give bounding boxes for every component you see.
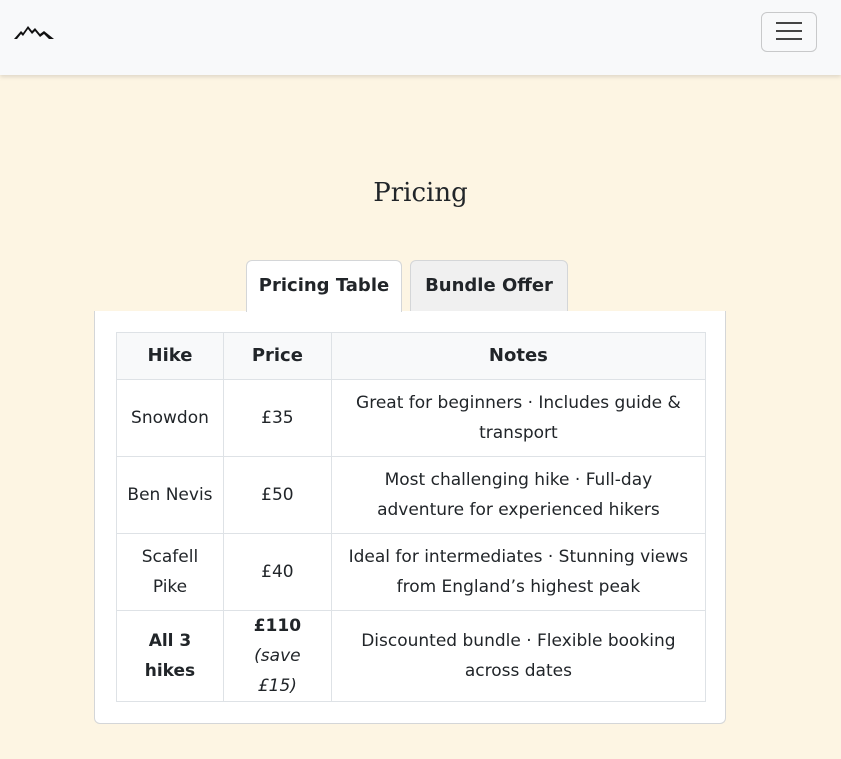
menu-toggle-button[interactable]	[761, 12, 817, 52]
notes-cell: Discounted bundle · Flexible booking acr…	[330, 610, 707, 702]
pricing-table: Hike Price Notes Snowdon £35 Great for b…	[116, 332, 707, 702]
column-header-hike: Hike	[116, 332, 224, 380]
notes-cell: Ideal for intermediates · Stunning views…	[330, 533, 707, 611]
table-row: Ben Nevis £50 Most challenging hike · Fu…	[116, 456, 707, 534]
hike-cell: Ben Nevis	[116, 456, 224, 534]
navbar	[0, 0, 841, 75]
table-row: Snowdon £35 Great for beginners · Includ…	[116, 379, 707, 457]
bundle-savings: (save £15)	[254, 646, 301, 696]
bundle-price: £110	[253, 616, 302, 636]
hike-cell: All 3 hikes	[116, 610, 224, 702]
mountain-logo-icon[interactable]	[14, 23, 54, 41]
tab-pricing-table[interactable]: Pricing Table	[246, 260, 402, 312]
hamburger-menu-icon	[776, 21, 802, 44]
hike-cell: Scafell Pike	[116, 533, 224, 611]
price-cell: £110 (save £15)	[222, 610, 332, 702]
column-header-price: Price	[222, 332, 332, 380]
table-row: Scafell Pike £40 Ideal for intermediates…	[116, 533, 707, 611]
table-row-bundle: All 3 hikes £110 (save £15) Discounted b…	[116, 610, 707, 702]
hike-cell: Snowdon	[116, 379, 224, 457]
column-header-notes: Notes	[330, 332, 707, 380]
tab-bundle-offer[interactable]: Bundle Offer	[410, 260, 568, 312]
price-cell: £50	[222, 456, 332, 534]
price-cell: £40	[222, 533, 332, 611]
page-title: Pricing	[373, 178, 468, 208]
notes-cell: Most challenging hike · Full-day adventu…	[330, 456, 707, 534]
price-cell: £35	[222, 379, 332, 457]
table-header-row: Hike Price Notes	[116, 332, 707, 380]
notes-cell: Great for beginners · Includes guide & t…	[330, 379, 707, 457]
tab-panel: Hike Price Notes Snowdon £35 Great for b…	[94, 311, 726, 724]
